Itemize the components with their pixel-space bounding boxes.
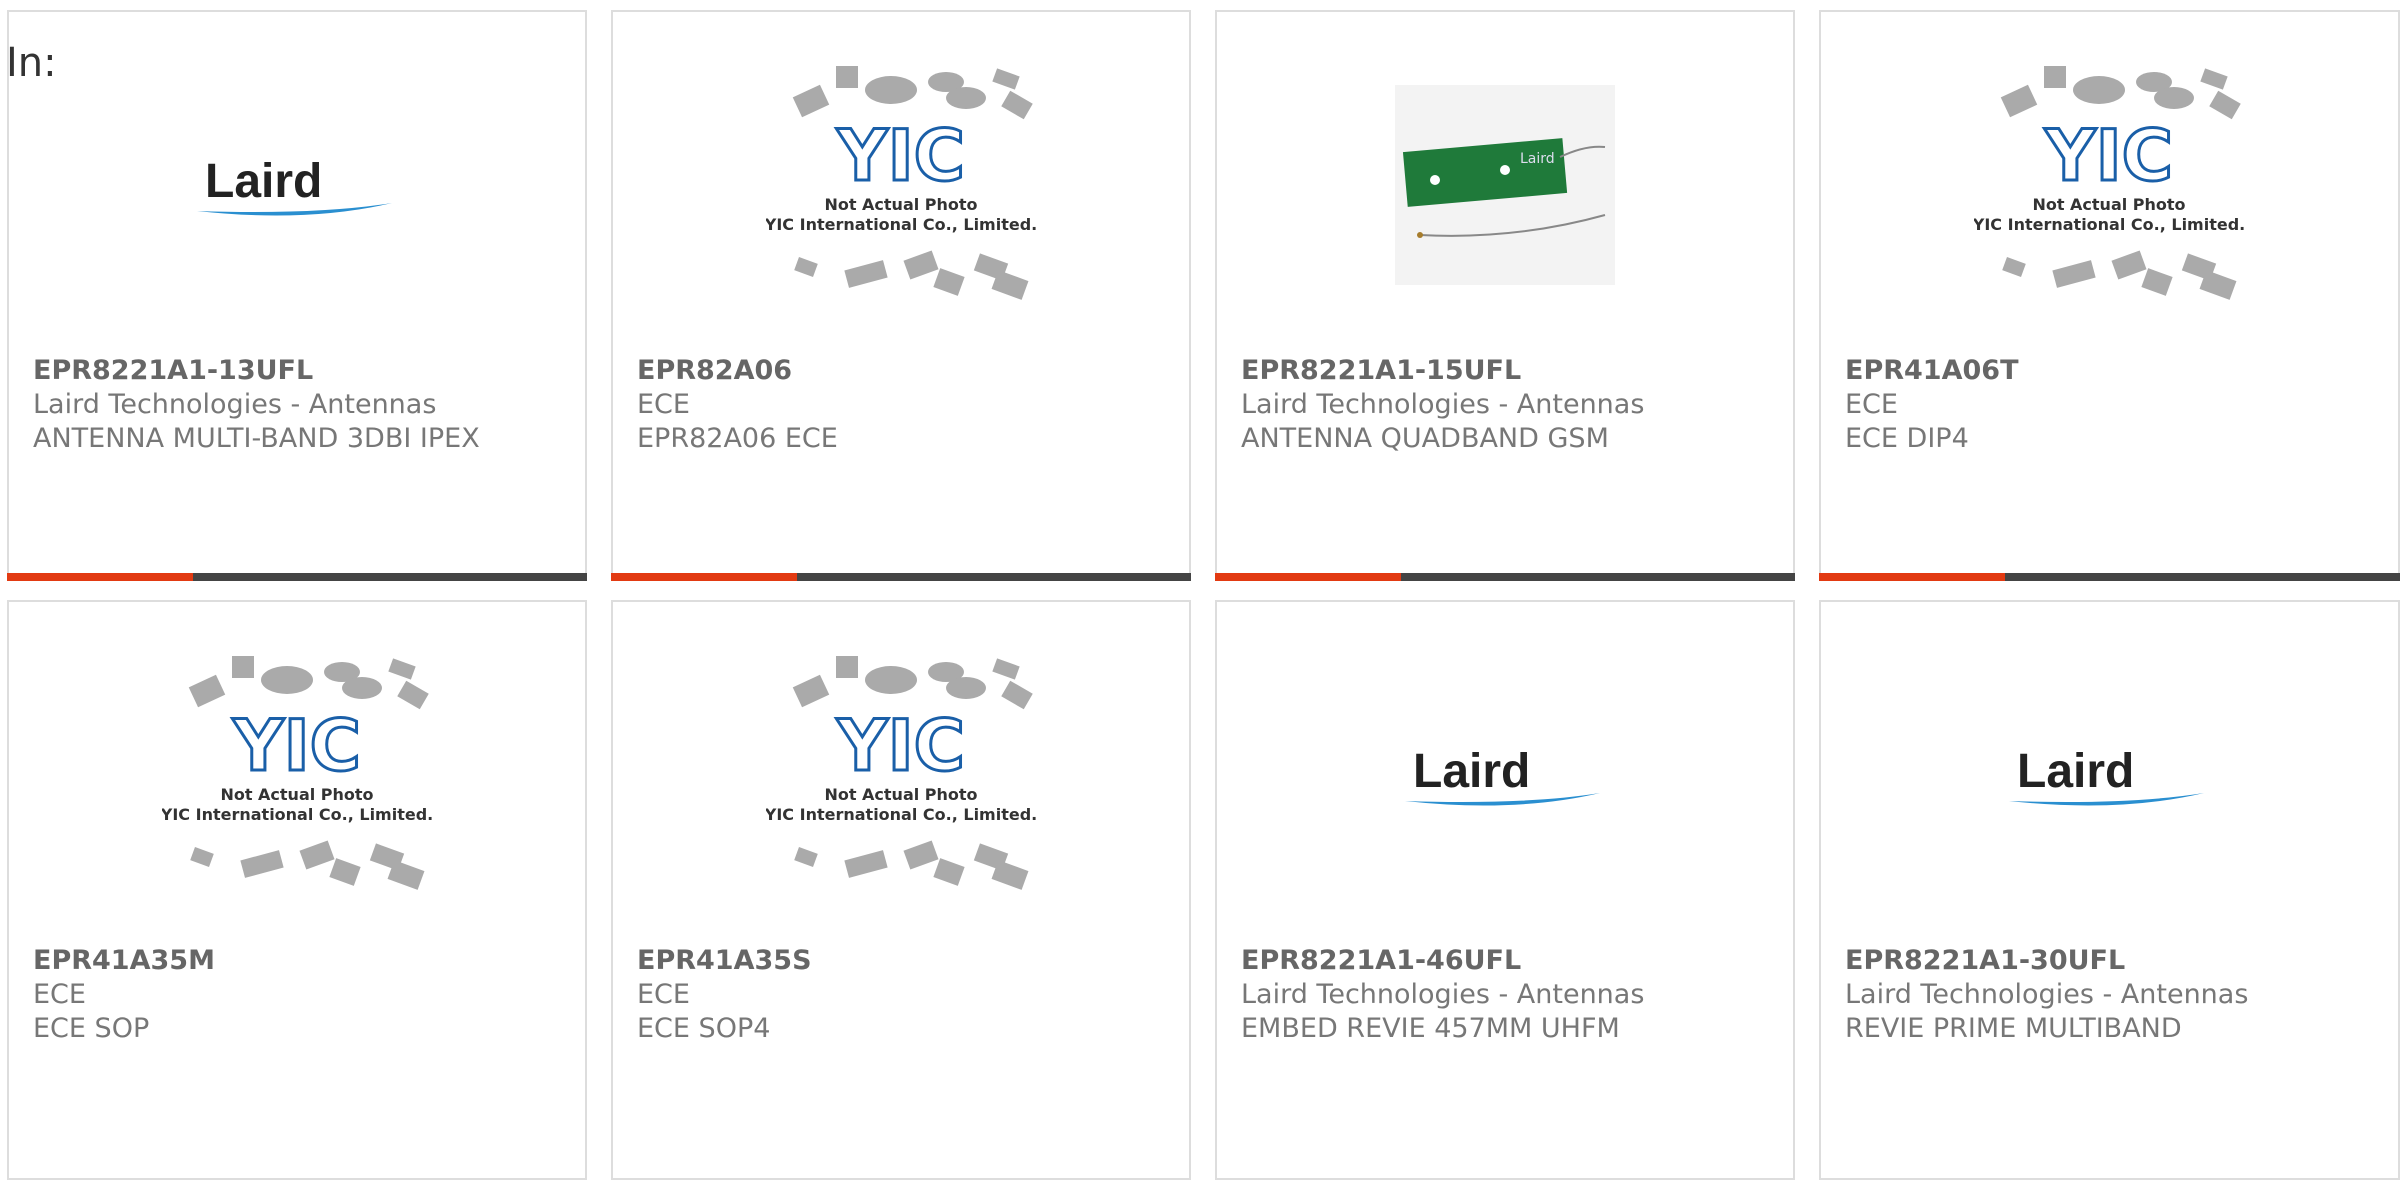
manufacturer: ECE [1845,389,1898,420]
svg-text:YIC: YIC [836,115,965,197]
product-card[interactable]: YIC Not Actual Photo YIC International C… [611,600,1191,1180]
svg-text:Not Actual Photo: Not Actual Photo [220,785,373,804]
card-bar [7,573,587,581]
product-image-yic-placeholder: YIC Not Actual Photo YIC International C… [613,12,1189,357]
svg-text:YIC: YIC [2044,115,2173,197]
part-number[interactable]: EPR8221A1-46UFL [1241,944,1773,978]
part-number[interactable]: EPR82A06 [637,354,1169,388]
manufacturer: Laird Technologies - Antennas [1241,979,1645,1010]
card-bar [1215,573,1795,581]
svg-text:YIC International Co., Limited: YIC International Co., Limited. [766,215,1036,234]
description: REVIE PRIME MULTIBAND [1845,1013,2182,1044]
svg-text:Laird: Laird [2017,745,2134,798]
product-image-laird-logo: Laird [9,12,585,357]
description: ANTENNA MULTI-BAND 3DBI IPEX [33,423,480,454]
product-image-yic-placeholder: YIC Not Actual Photo YIC International C… [613,602,1189,947]
svg-text:YIC International Co., Limited: YIC International Co., Limited. [162,805,432,824]
svg-text:Laird: Laird [1520,151,1555,167]
product-image-yic-placeholder: YIC Not Actual Photo YIC International C… [1821,12,2397,357]
in-label: In: [6,40,57,86]
product-image-laird-logo: Laird [1821,602,2397,947]
part-number[interactable]: EPR41A06T [1845,354,2378,388]
card-bar [1819,573,2400,581]
svg-text:YIC International Co., Limited: YIC International Co., Limited. [766,805,1036,824]
manufacturer: ECE [637,979,690,1010]
manufacturer: Laird Technologies - Antennas [1845,979,2249,1010]
svg-text:Laird: Laird [205,155,322,208]
svg-text:YIC: YIC [836,705,965,787]
description: ECE DIP4 [1845,423,1969,454]
svg-text:Laird: Laird [1413,745,1530,798]
product-image-laird-logo: Laird [1217,602,1793,947]
svg-text:YIC: YIC [232,705,361,787]
description: ECE SOP [33,1013,150,1044]
part-number[interactable]: EPR8221A1-30UFL [1845,944,2378,978]
part-number[interactable]: EPR41A35S [637,944,1169,978]
manufacturer: ECE [33,979,86,1010]
part-number[interactable]: EPR41A35M [33,944,565,978]
part-number[interactable]: EPR8221A1-15UFL [1241,354,1773,388]
product-card[interactable]: Laird EPR8221A1-46UFL Laird Technologies… [1215,600,1795,1180]
svg-text:Not Actual Photo: Not Actual Photo [2032,195,2185,214]
product-card[interactable]: YIC Not Actual Photo YIC International C… [1819,10,2400,581]
description: ECE SOP4 [637,1013,771,1044]
svg-text:Not Actual Photo: Not Actual Photo [824,785,977,804]
product-card[interactable]: Laird EPR8221A1-13UFL Laird Technologies… [7,10,587,581]
product-image-antenna-pcb-photo: Laird [1217,12,1793,357]
description: ANTENNA QUADBAND GSM [1241,423,1609,454]
product-image-yic-placeholder: YIC Not Actual Photo YIC International C… [9,602,585,947]
manufacturer: Laird Technologies - Antennas [1241,389,1645,420]
product-grid: Laird EPR8221A1-13UFL Laird Technologies… [0,0,2400,1180]
manufacturer: ECE [637,389,690,420]
description: EPR82A06 ECE [637,423,838,454]
card-bar [611,573,1191,581]
product-card[interactable]: YIC Not Actual Photo YIC International C… [611,10,1191,581]
description: EMBED REVIE 457MM UHFM [1241,1013,1620,1044]
svg-text:YIC International Co., Limited: YIC International Co., Limited. [1974,215,2244,234]
svg-text:Not Actual Photo: Not Actual Photo [824,195,977,214]
product-card[interactable]: Laird EPR8221A1-30UFL Laird Technologies… [1819,600,2400,1180]
product-card[interactable]: Laird EPR8221A1-15UFL Laird Technologies… [1215,10,1795,581]
part-number[interactable]: EPR8221A1-13UFL [33,354,565,388]
manufacturer: Laird Technologies - Antennas [33,389,437,420]
product-card[interactable]: YIC Not Actual Photo YIC International C… [7,600,587,1180]
